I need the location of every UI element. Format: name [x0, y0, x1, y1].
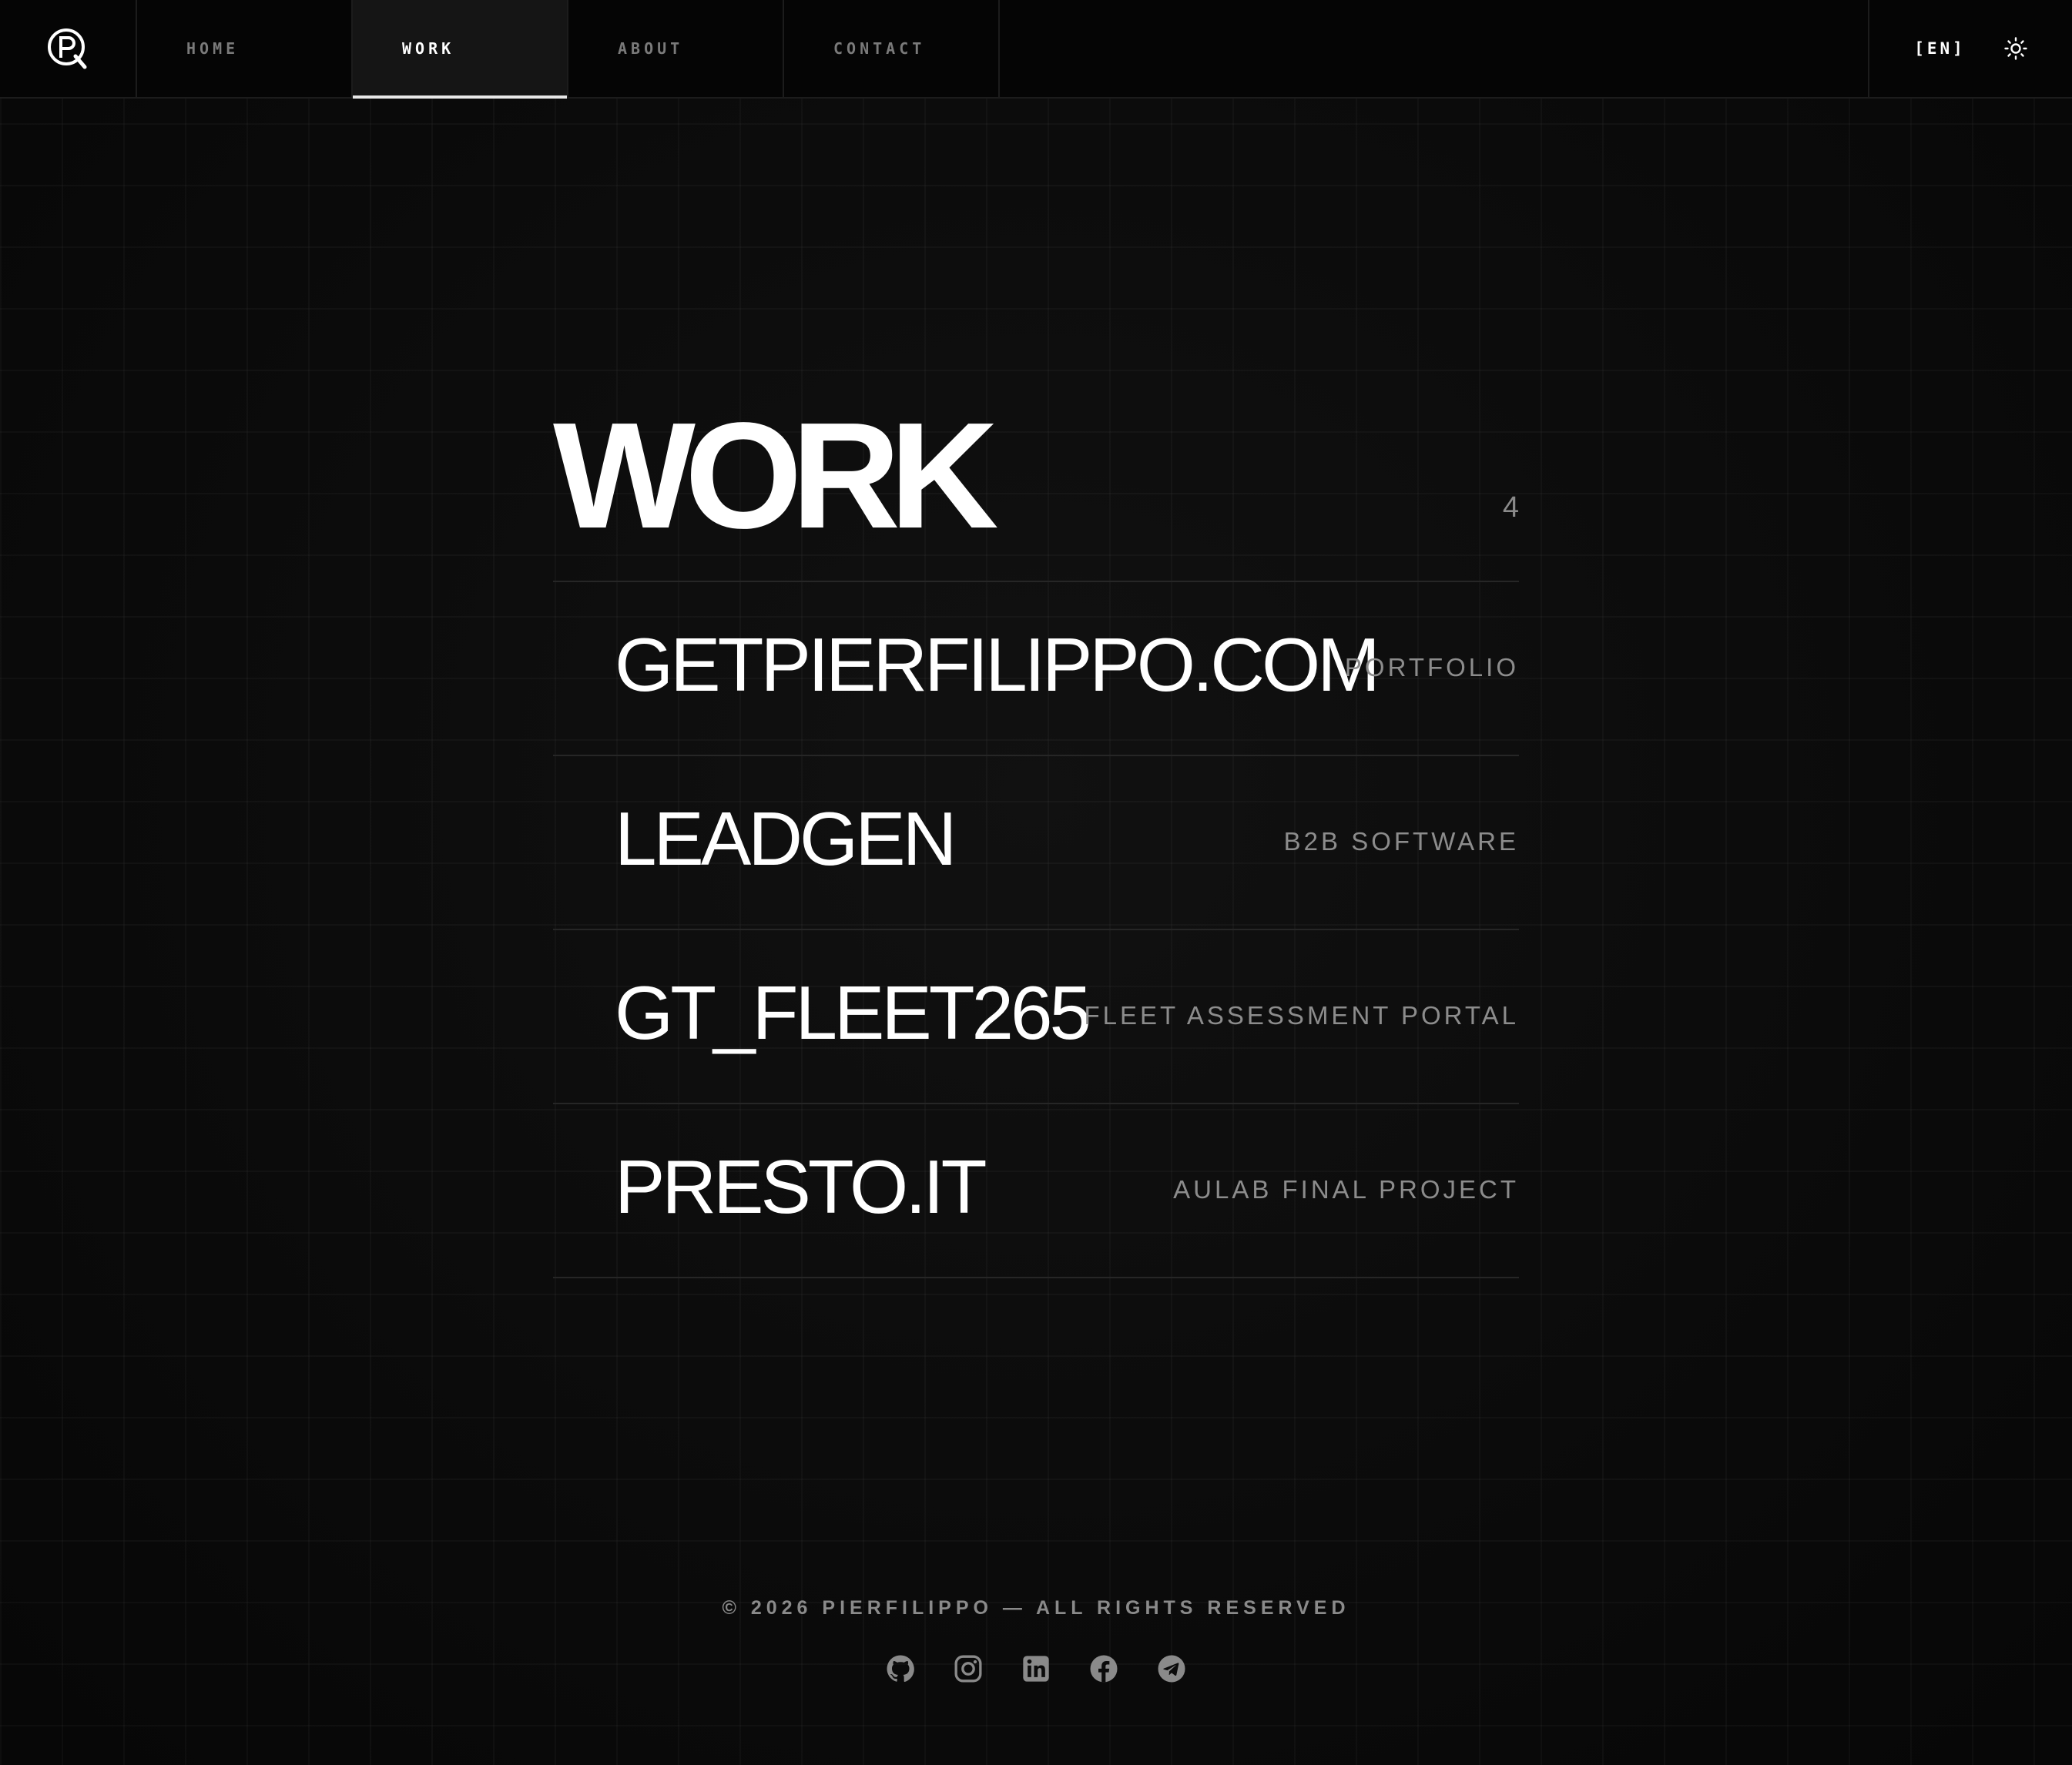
nav-about-label: ABOUT [618, 39, 684, 58]
nav-contact[interactable]: CONTACT [784, 0, 1000, 97]
project-item[interactable]: LEADGEN B2B SOFTWARE [553, 756, 1519, 930]
page-title: WORK [553, 391, 999, 560]
nav-work-label: WORK [402, 39, 455, 58]
project-item[interactable]: GETPIERFILIPPO.COM PORTFOLIO [553, 582, 1519, 756]
nav-home-label: HOME [186, 39, 240, 58]
top-navigation: HOME WORK ABOUT CONTACT [EN] [0, 0, 2072, 99]
instagram-icon [954, 1655, 982, 1683]
linkedin-icon [1023, 1656, 1049, 1682]
nav-work[interactable]: WORK [353, 0, 568, 99]
project-name: PRESTO.IT [615, 1144, 987, 1229]
project-count: 4 [1502, 491, 1519, 524]
project-name: GETPIERFILIPPO.COM [615, 622, 1380, 707]
work-header: WORK 4 [553, 370, 1519, 582]
project-item[interactable]: GT_FLEET265 FLEET ASSESSMENT PORTAL [553, 930, 1519, 1104]
project-type: PORTFOLIO [1344, 653, 1519, 682]
sun-icon [2004, 37, 2027, 60]
nav-about[interactable]: ABOUT [568, 0, 784, 97]
linkedin-link[interactable] [1021, 1653, 1051, 1684]
pq-monogram-logo-icon [48, 28, 87, 69]
project-name: GT_FLEET265 [615, 970, 1091, 1055]
logo[interactable] [0, 0, 137, 97]
language-switcher[interactable]: [EN] [1914, 39, 1966, 58]
copyright-text: © 2026 PIERFILIPPO — ALL RIGHTS RESERVED [722, 1597, 1350, 1619]
facebook-link[interactable] [1088, 1653, 1119, 1684]
facebook-icon [1090, 1655, 1118, 1683]
project-item[interactable]: PRESTO.IT AULAB FINAL PROJECT [553, 1104, 1519, 1278]
nav-contact-label: CONTACT [833, 39, 926, 58]
social-links [0, 1653, 2072, 1684]
footer: © 2026 PIERFILIPPO — ALL RIGHTS RESERVED [0, 1597, 2072, 1684]
nav-home[interactable]: HOME [137, 0, 353, 97]
work-section: WORK 4 GETPIERFILIPPO.COM PORTFOLIO LEAD… [553, 370, 1519, 1278]
github-icon [887, 1655, 914, 1683]
project-type: AULAB FINAL PROJECT [1173, 1175, 1519, 1204]
instagram-link[interactable] [953, 1653, 984, 1684]
project-name: LEADGEN [615, 796, 957, 881]
project-type: B2B SOFTWARE [1283, 827, 1519, 856]
theme-toggle-button[interactable] [2004, 37, 2027, 60]
project-type: FLEET ASSESSMENT PORTAL [1084, 1001, 1519, 1030]
nav-controls: [EN] [1868, 0, 2072, 97]
github-link[interactable] [885, 1653, 916, 1684]
telegram-link[interactable] [1156, 1653, 1187, 1684]
telegram-icon [1158, 1655, 1185, 1683]
